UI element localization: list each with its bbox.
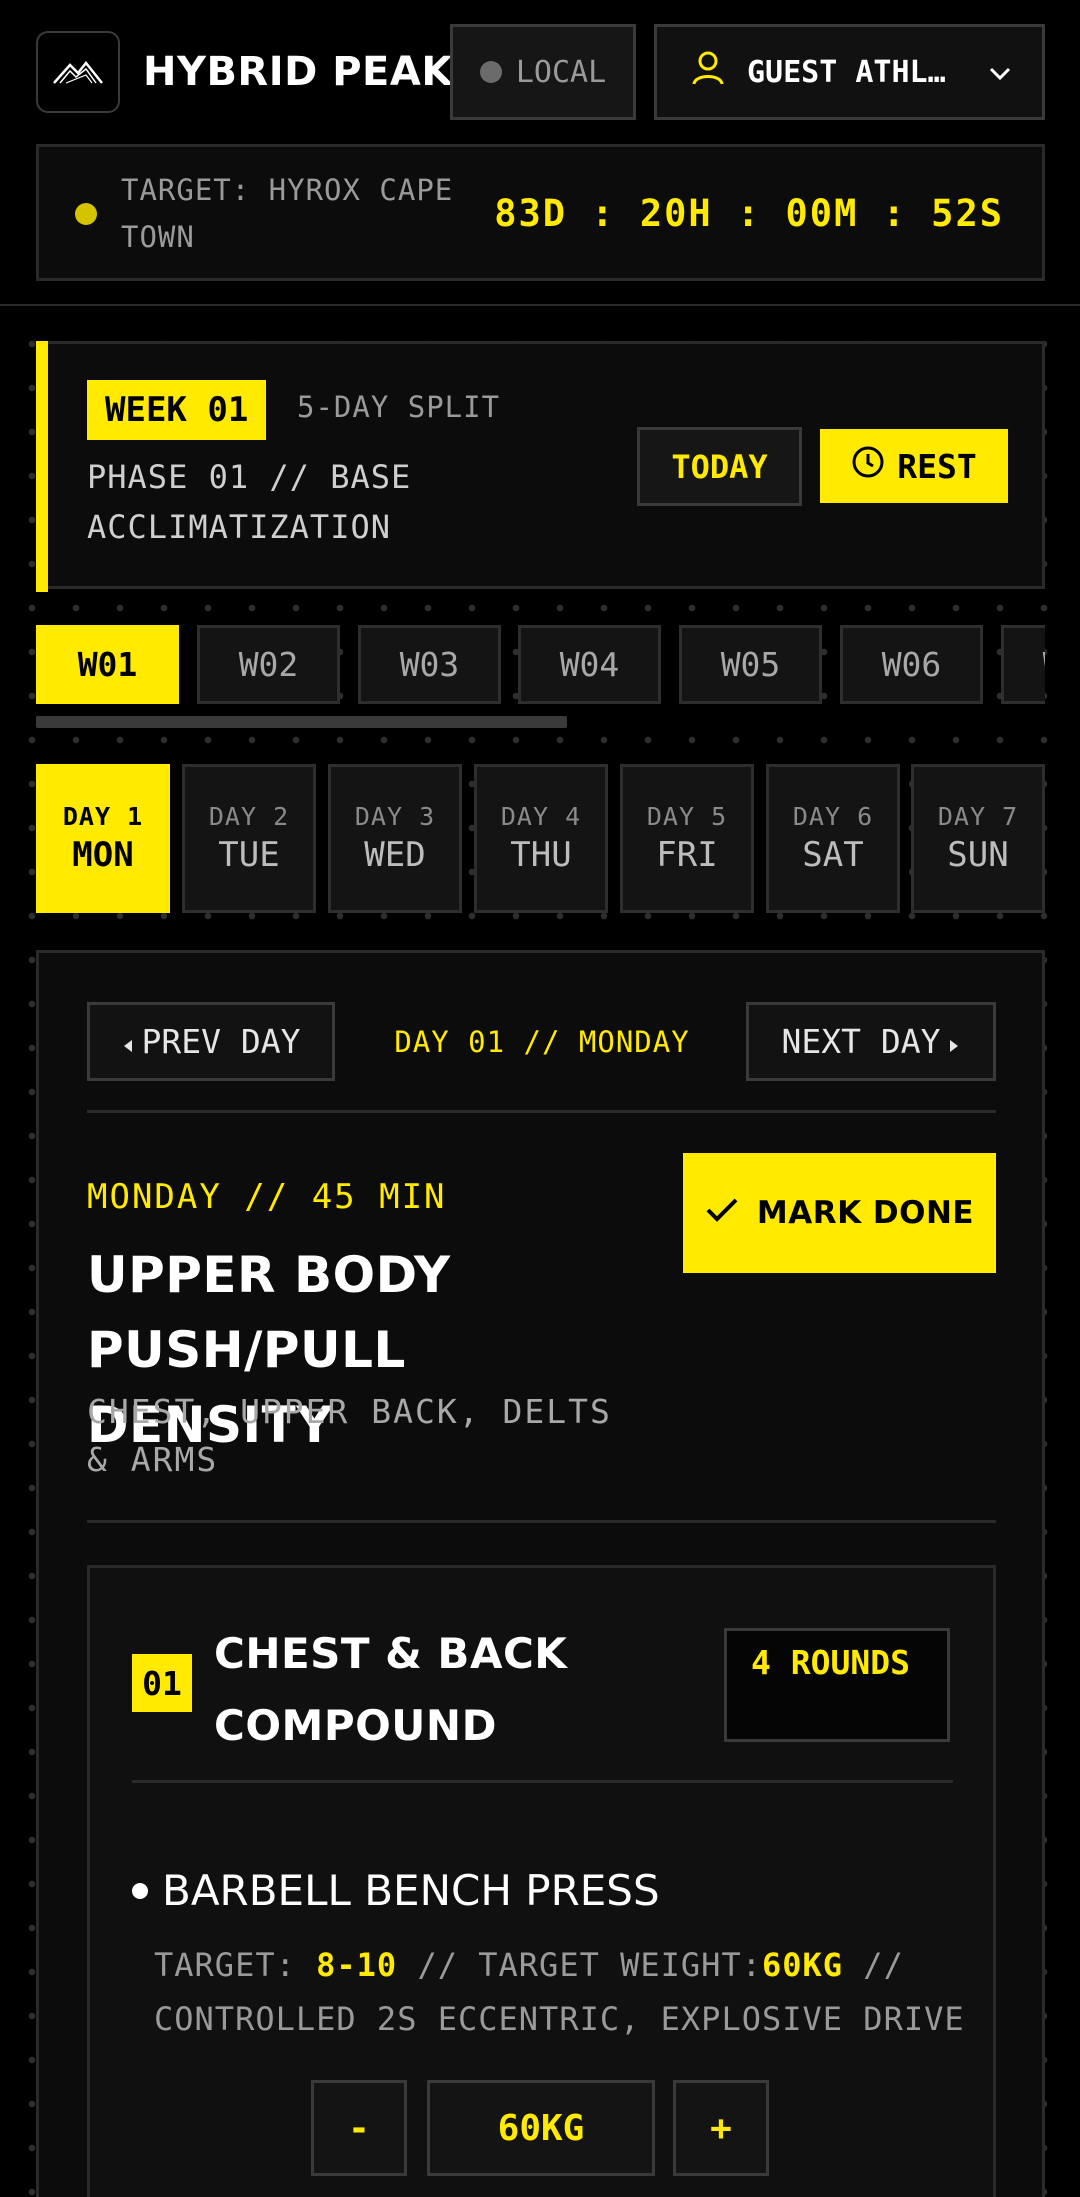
- current-day-label: DAY 01 // MONDAY: [394, 1025, 690, 1059]
- mark-done-button[interactable]: MARK DONE: [683, 1153, 996, 1273]
- workout-subtitle: MONDAY // 45 MIN: [87, 1177, 447, 1217]
- tab-day-7[interactable]: DAY 7 SUN: [911, 764, 1045, 913]
- day-name: FRI: [656, 835, 718, 875]
- separator: //: [417, 1946, 458, 1984]
- prev-day-label: PREV DAY: [141, 1022, 301, 1061]
- mountain-logo-icon[interactable]: [36, 31, 120, 113]
- caret-right-icon: [948, 1022, 960, 1061]
- target-weight-label: TARGET WEIGHT:: [478, 1946, 762, 1984]
- separator: //: [863, 1946, 904, 1984]
- storage-mode-label: LOCAL: [515, 54, 607, 90]
- target-race-label: TARGET: HYROX CAPE TOWN: [121, 173, 454, 254]
- tab-week-2[interactable]: W02: [197, 625, 340, 704]
- exercise-details: TARGET: 8-10 // TARGET WEIGHT:60KG // CO…: [154, 1938, 974, 2046]
- exercise-note: CONTROLLED 2S ECCENTRIC, EXPLOSIVE DRIVE: [154, 2000, 965, 2038]
- target-dot-icon: [75, 203, 97, 225]
- day-name: SAT: [802, 835, 864, 875]
- exercise-name-text: BARBELL BENCH PRESS: [162, 1866, 660, 1915]
- day-number: DAY 2: [208, 802, 290, 831]
- day-name: TUE: [218, 835, 280, 875]
- app-title: HYBRID PEAK: [143, 49, 453, 95]
- status-dot-icon: [479, 61, 502, 83]
- accent-bar: [36, 341, 48, 592]
- day-name: WED: [364, 835, 426, 875]
- exercise-name: BARBELL BENCH PRESS: [132, 1866, 660, 1915]
- day-name: SUN: [947, 835, 1009, 875]
- tab-day-3[interactable]: DAY 3 WED: [328, 764, 462, 913]
- today-button[interactable]: TODAY: [637, 427, 802, 506]
- weight-value-field[interactable]: 60KG: [427, 2080, 655, 2176]
- target-reps: 8-10: [316, 1946, 398, 1984]
- user-icon: [691, 50, 725, 94]
- tab-week-1[interactable]: W01: [36, 625, 179, 704]
- week-tabs: W01 W02 W03 W04 W05 W06 W07: [36, 625, 1045, 705]
- storage-mode-button[interactable]: LOCAL: [450, 24, 636, 120]
- tab-day-2[interactable]: DAY 2 TUE: [182, 764, 316, 913]
- bullet-icon: [132, 1882, 148, 1899]
- day-number: DAY 3: [354, 802, 436, 831]
- day-name: MON: [72, 835, 134, 875]
- workout-panel: PREV DAY DAY 01 // MONDAY NEXT DAY MONDA…: [36, 950, 1045, 2197]
- caret-left-icon: [122, 1022, 134, 1061]
- tab-week-5[interactable]: W05: [679, 625, 822, 704]
- day-number: DAY 7: [937, 802, 1019, 831]
- clock-icon: [851, 445, 885, 487]
- weight-increment-button[interactable]: +: [673, 2080, 769, 2176]
- workout-focus: CHEST, UPPER BACK, DELTS & ARMS: [87, 1392, 612, 1479]
- exercise-block: 01 CHEST & BACK COMPOUND 4 ROUNDS BARBEL…: [87, 1565, 996, 2197]
- target-weight-value: 60KG: [761, 1946, 844, 1984]
- week-summary-card: WEEK 01 5-DAY SPLIT PHASE 01 // BASE ACC…: [36, 341, 1045, 592]
- divider: [132, 1780, 953, 1783]
- split-label: 5-DAY SPLIT: [297, 390, 501, 424]
- block-number: 01: [132, 1654, 192, 1712]
- next-day-button[interactable]: NEXT DAY: [746, 1002, 996, 1081]
- weight-decrement-button[interactable]: -: [311, 2080, 407, 2176]
- day-number: DAY 1: [62, 802, 144, 831]
- tab-week-6[interactable]: W06: [840, 625, 983, 704]
- rounds-badge: 4 ROUNDS: [724, 1628, 950, 1742]
- rest-timer-button[interactable]: REST: [820, 429, 1008, 503]
- week-badge: WEEK 01: [87, 380, 267, 440]
- day-number: DAY 5: [646, 802, 728, 831]
- day-number: DAY 6: [792, 802, 874, 831]
- check-icon: [705, 1195, 739, 1231]
- day-number: DAY 4: [500, 802, 582, 831]
- user-name: GUEST ATHL…: [747, 54, 946, 90]
- user-menu-button[interactable]: GUEST ATHL…: [654, 24, 1045, 120]
- tab-day-1[interactable]: DAY 1 MON: [36, 764, 170, 913]
- tab-week-7[interactable]: W07: [1001, 625, 1045, 704]
- countdown-timer: 83D : 20H : 00M : 52S: [494, 192, 1004, 235]
- day-name: THU: [510, 835, 572, 875]
- target-label: TARGET:: [154, 1946, 296, 1984]
- rest-label: REST: [897, 446, 977, 486]
- tab-day-6[interactable]: DAY 6 SAT: [766, 764, 900, 913]
- prev-day-button[interactable]: PREV DAY: [87, 1002, 335, 1081]
- tab-week-4[interactable]: W04: [518, 625, 661, 704]
- divider: [87, 1110, 996, 1113]
- block-title: CHEST & BACK COMPOUND: [214, 1629, 568, 1750]
- mark-done-label: MARK DONE: [756, 1195, 975, 1231]
- app-header: HYBRID PEAK LOCAL GUEST ATHL… TARGET: HY…: [0, 0, 1080, 306]
- tab-day-4[interactable]: DAY 4 THU: [474, 764, 608, 913]
- phase-label: PHASE 01 // BASE ACCLIMATIZATION: [87, 458, 412, 546]
- tab-day-5[interactable]: DAY 5 FRI: [620, 764, 754, 913]
- divider: [87, 1520, 996, 1523]
- chevron-down-icon: [988, 55, 1012, 90]
- week-tabs-scrollbar[interactable]: [36, 716, 567, 728]
- race-countdown-bar: TARGET: HYROX CAPE TOWN 83D : 20H : 00M …: [36, 144, 1045, 281]
- tab-week-3[interactable]: W03: [358, 625, 501, 704]
- next-day-label: NEXT DAY: [781, 1022, 941, 1061]
